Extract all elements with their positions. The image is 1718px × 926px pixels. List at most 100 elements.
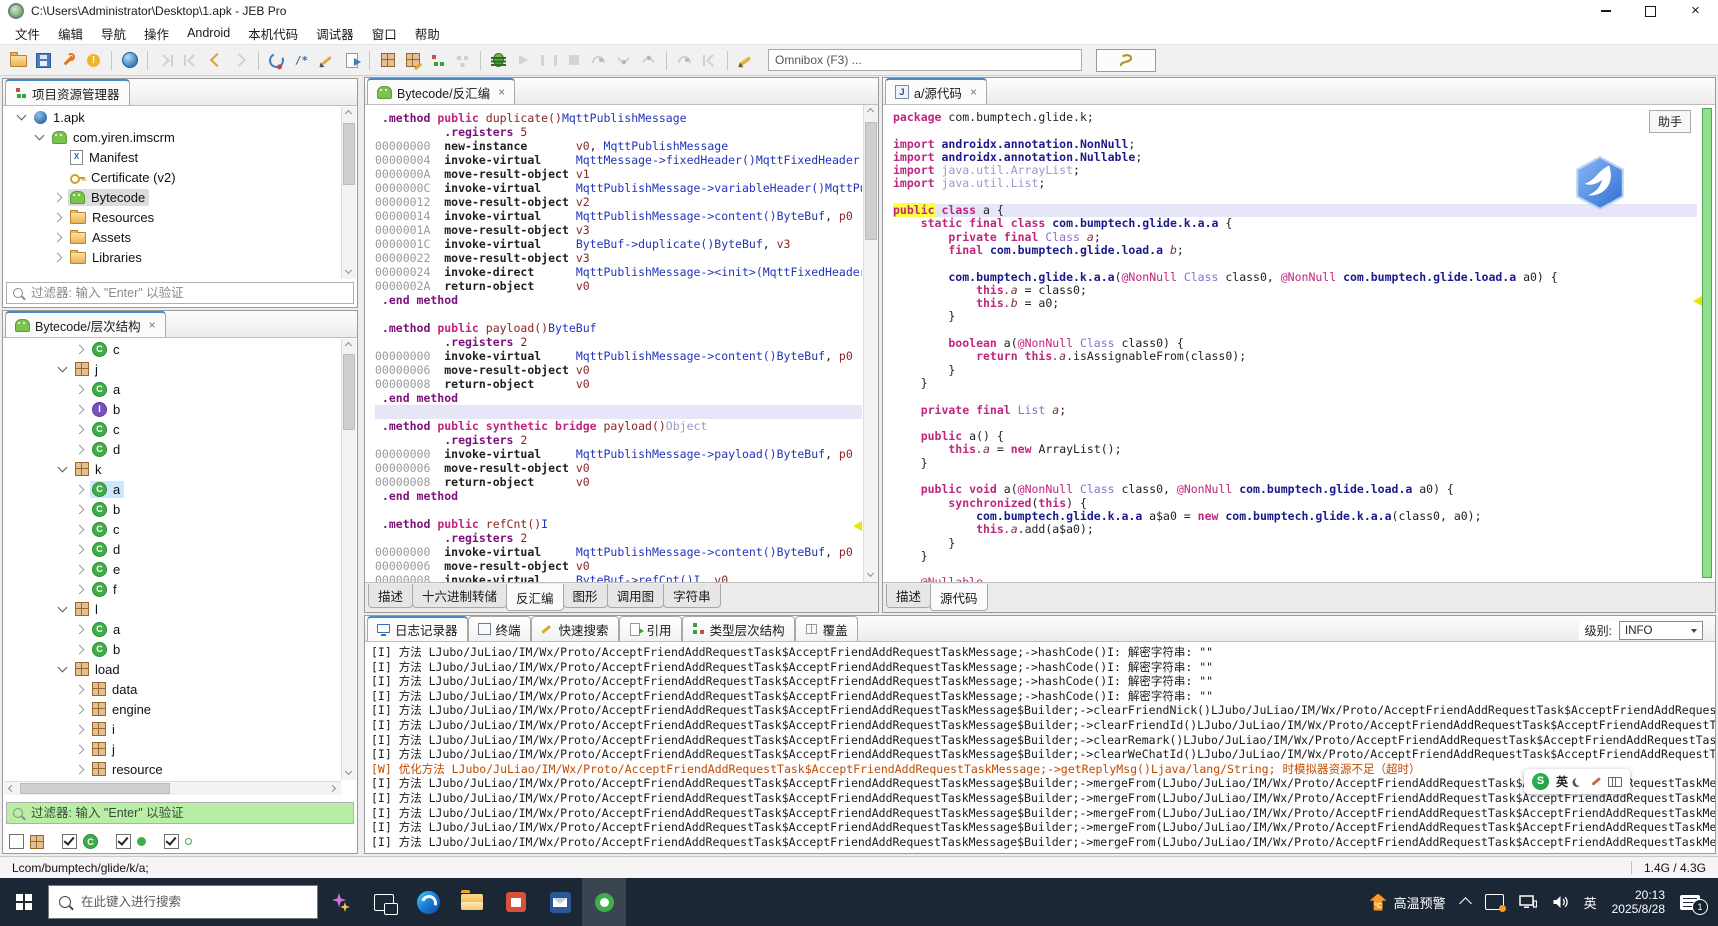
open-button[interactable] xyxy=(6,48,31,72)
expander-icon[interactable] xyxy=(74,484,85,494)
tab-bytecode-disassembly[interactable]: Bytecode/反汇编 xyxy=(367,78,516,104)
rename-button[interactable] xyxy=(314,48,339,72)
project-filter-input[interactable] xyxy=(29,285,347,301)
unchecked-checkbox-icon[interactable] xyxy=(9,834,24,849)
hierarchy-hscrollbar[interactable] xyxy=(4,781,341,795)
expander-icon[interactable] xyxy=(52,212,63,222)
view-tab-源代码[interactable]: 源代码 xyxy=(930,584,988,611)
minimize-button[interactable] xyxy=(1583,0,1628,22)
taskbar-app-store[interactable] xyxy=(494,878,538,926)
tree-item-k[interactable]: k xyxy=(4,459,341,479)
debugger-pause-button[interactable] xyxy=(536,48,561,72)
taskbar-clock[interactable]: 20:13 2025/8/28 xyxy=(1612,888,1665,916)
expander-icon[interactable] xyxy=(74,504,85,514)
taskbar-app-task-view[interactable] xyxy=(362,878,406,926)
scroll-down-arrow[interactable] xyxy=(342,767,355,780)
package-edit-button[interactable] xyxy=(400,48,425,72)
hierarchy-filter-input[interactable] xyxy=(29,805,347,821)
tree-item-Libraries[interactable]: Libraries xyxy=(4,247,341,267)
expander-icon[interactable] xyxy=(57,662,68,672)
disassembly-code[interactable]: .method public duplicate()MqttPublishMes… xyxy=(365,105,862,582)
menu-item-Android[interactable]: Android xyxy=(178,23,239,43)
navigate-forward-button[interactable] xyxy=(228,48,253,72)
refresh-button[interactable] xyxy=(264,48,289,72)
omnibox-input[interactable] xyxy=(768,49,1082,71)
taskbar-search[interactable] xyxy=(48,885,318,919)
tree-item-b[interactable]: Cb xyxy=(4,499,341,519)
tree-item-1.apk[interactable]: 1.apk xyxy=(4,107,341,127)
tab-终端[interactable]: 终端 xyxy=(467,616,531,641)
close-button[interactable] xyxy=(1673,0,1718,22)
comment-button[interactable]: /* xyxy=(289,48,314,72)
scroll-up-arrow[interactable] xyxy=(864,105,877,118)
keyboard-icon[interactable] xyxy=(1608,776,1623,787)
legend-filter-packages[interactable] xyxy=(9,834,44,849)
expander-icon[interactable] xyxy=(74,524,85,534)
legend-filter-methods[interactable] xyxy=(116,834,146,849)
expander-icon[interactable] xyxy=(57,462,68,472)
scroll-up-arrow[interactable] xyxy=(342,107,355,120)
night-mode-icon[interactable] xyxy=(1575,777,1584,786)
tab-覆盖[interactable]: 覆盖 xyxy=(794,616,858,641)
view-tab-图形[interactable]: 图形 xyxy=(562,584,608,608)
expander-icon[interactable] xyxy=(74,424,85,434)
expander-icon[interactable] xyxy=(74,744,85,754)
scroll-up-arrow[interactable] xyxy=(342,339,355,352)
tree-item-resource[interactable]: resource xyxy=(4,759,341,779)
expander-icon[interactable] xyxy=(52,252,63,262)
graph-button[interactable] xyxy=(450,48,475,72)
taskbar-app-file-explorer[interactable] xyxy=(450,878,494,926)
tree-item-Resources[interactable]: Resources xyxy=(4,207,341,227)
checked-checkbox-icon[interactable] xyxy=(116,834,131,849)
input-language-indicator[interactable]: 英 xyxy=(1584,893,1597,912)
debugger-start-button[interactable] xyxy=(486,48,511,72)
assistant-button[interactable]: 助手 xyxy=(1648,110,1691,133)
menu-item-本机代码[interactable]: 本机代码 xyxy=(239,21,307,46)
tree-item-a[interactable]: Ca xyxy=(4,379,341,399)
export-button[interactable] xyxy=(339,48,364,72)
step-into-button[interactable] xyxy=(611,48,636,72)
menu-item-调试器[interactable]: 调试器 xyxy=(307,21,363,46)
log-level-select[interactable]: INFO xyxy=(1619,621,1703,640)
expander-icon[interactable] xyxy=(74,644,85,654)
expander-icon[interactable] xyxy=(74,344,85,354)
goto-start-button[interactable] xyxy=(153,48,178,72)
expander-icon[interactable] xyxy=(74,624,85,634)
legend-filter-classes[interactable]: C xyxy=(62,834,98,849)
save-button[interactable] xyxy=(31,48,56,72)
tab-source-code[interactable]: J a/源代码 xyxy=(885,78,987,104)
tree-item-load[interactable]: load xyxy=(4,659,341,679)
taskbar-app-assistant-sparkle[interactable] xyxy=(318,878,362,926)
view-tab-反汇编[interactable]: 反汇编 xyxy=(506,584,564,611)
tab-bytecode-hierarchy[interactable]: Bytecode/层次结构 xyxy=(5,311,166,337)
step-out-button[interactable] xyxy=(636,48,661,72)
checked-checkbox-icon[interactable] xyxy=(164,834,179,849)
menu-item-编辑[interactable]: 编辑 xyxy=(49,21,92,46)
tree-item-Assets[interactable]: Assets xyxy=(4,227,341,247)
navigate-back-button[interactable] xyxy=(203,48,228,72)
maximize-button[interactable] xyxy=(1628,0,1673,22)
tab-类型层次结构[interactable]: 类型层次结构 xyxy=(681,616,795,641)
tree-item-d[interactable]: Cd xyxy=(4,439,341,459)
volume-tray-icon[interactable] xyxy=(1552,895,1569,909)
tree-item-j[interactable]: j xyxy=(4,359,341,379)
network-tray-icon[interactable] xyxy=(1518,895,1537,909)
project-tree[interactable]: 1.apk com.yiren.imscrm X Manifest Certificat… xyxy=(4,107,341,279)
tab-引用[interactable]: 引用 xyxy=(618,616,682,641)
disassembly-view[interactable]: .method public duplicate()MqttPublishMes… xyxy=(365,105,878,582)
close-tab-icon[interactable] xyxy=(970,85,977,99)
disassembly-scrollbar[interactable] xyxy=(863,105,878,582)
goto-end-button[interactable] xyxy=(178,48,203,72)
expander-icon[interactable] xyxy=(16,110,27,120)
xunlei-bird-overlay-icon[interactable] xyxy=(1571,154,1629,212)
legend-filter-fields[interactable] xyxy=(164,834,192,849)
expander-icon[interactable] xyxy=(74,584,85,594)
tree-item-e[interactable]: Ce xyxy=(4,559,341,579)
expander-icon[interactable] xyxy=(74,384,85,394)
weather-alert[interactable]: °C 高温预警 xyxy=(1369,893,1446,912)
tree-item-c[interactable]: Cc xyxy=(4,419,341,439)
project-tree-scrollbar[interactable] xyxy=(341,107,356,279)
tree-item-com.yiren.imscrm[interactable]: com.yiren.imscrm xyxy=(4,127,341,147)
tree-item-Bytecode[interactable]: Bytecode xyxy=(4,187,341,207)
expander-icon[interactable] xyxy=(74,444,85,454)
